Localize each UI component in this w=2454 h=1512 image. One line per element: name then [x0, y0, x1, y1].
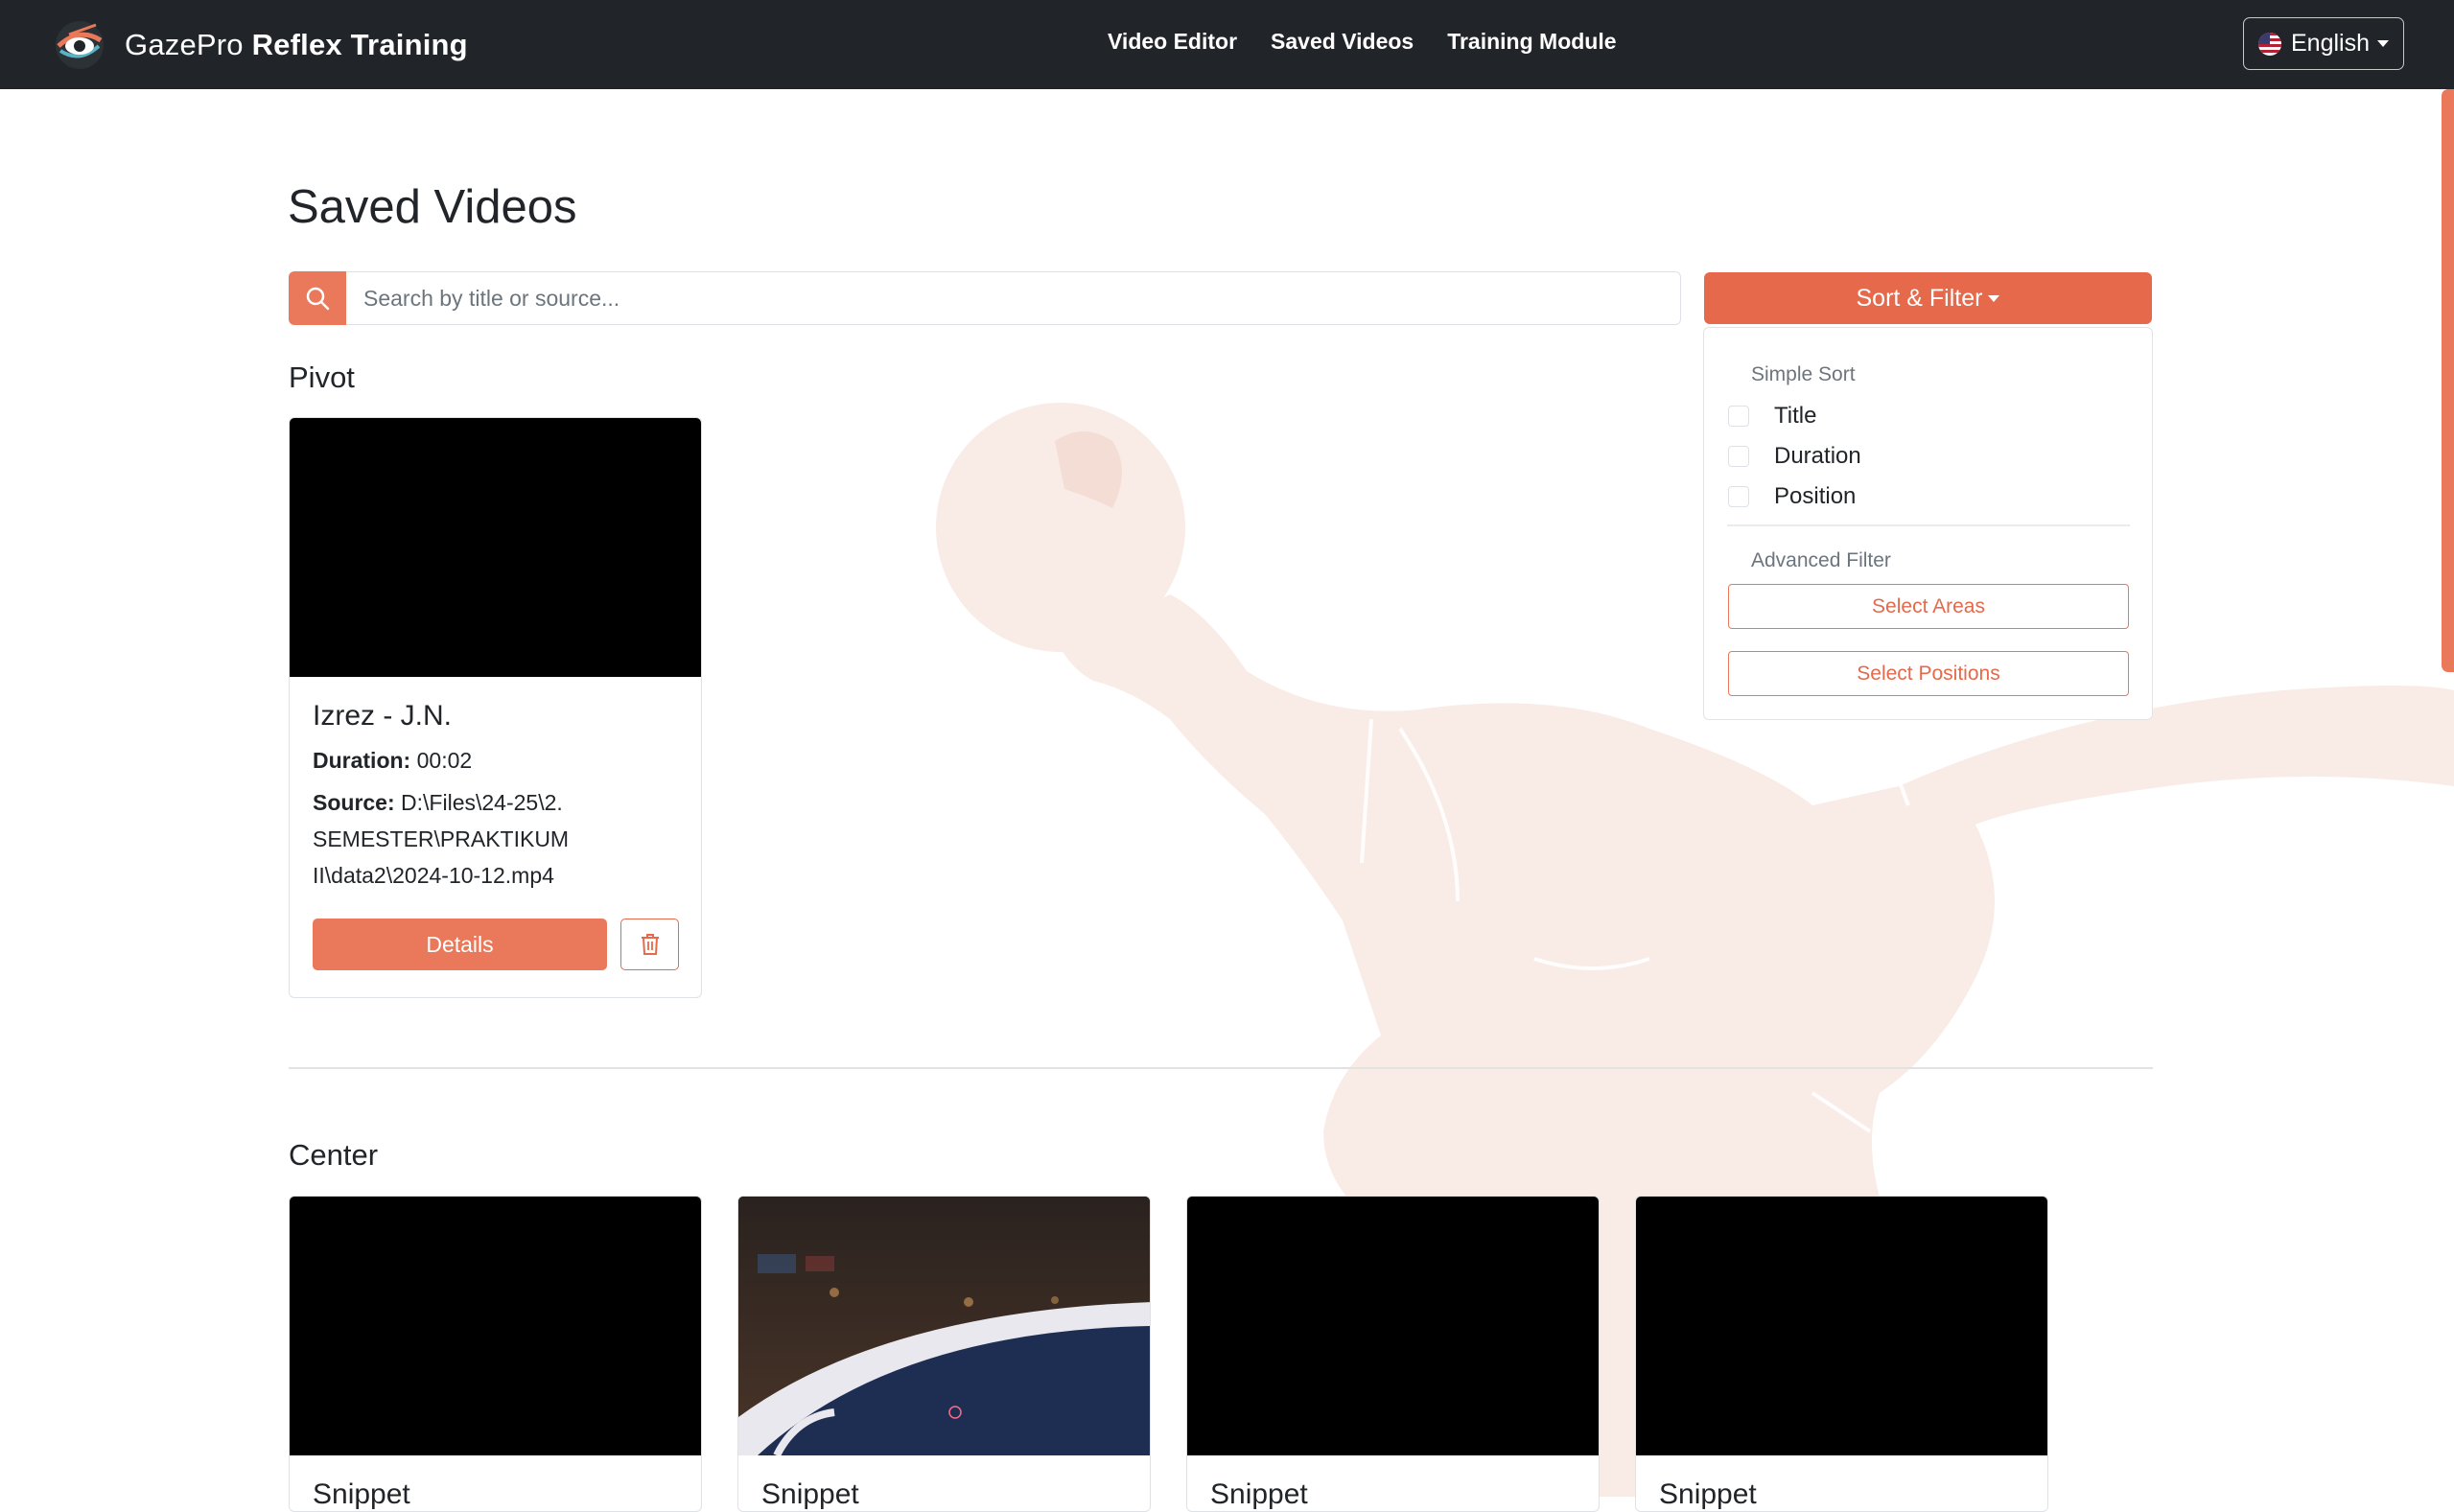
navbar: GazePro Reflex Training Video Editor Sav… — [0, 0, 2454, 89]
chevron-down-icon — [2377, 40, 2389, 47]
video-source: Source: D:\Files\24-25\2. SEMESTER\PRAKT… — [313, 790, 570, 888]
sort-filter-button[interactable]: Sort & Filter — [1704, 272, 2152, 324]
chevron-down-icon — [1988, 294, 2000, 302]
video-thumbnail[interactable] — [1636, 1197, 2047, 1455]
video-title: Izrez - J.N. — [313, 700, 453, 732]
brand-name: GazePro Reflex Training — [125, 28, 468, 61]
sort-option-title[interactable]: Title — [1728, 403, 1816, 430]
nav-saved-videos[interactable]: Saved Videos — [1271, 29, 1414, 55]
video-card: Snippet — [737, 1196, 1151, 1512]
video-thumbnail[interactable] — [290, 1197, 701, 1455]
sort-option-position[interactable]: Position — [1728, 483, 1856, 510]
us-flag-icon — [2258, 32, 2281, 56]
details-button[interactable]: Details — [313, 919, 607, 970]
search-icon — [306, 287, 330, 311]
card-body: Snippet — [290, 1455, 701, 1511]
search-input[interactable] — [346, 271, 1681, 325]
video-card: Snippet — [289, 1196, 702, 1512]
video-thumbnail[interactable] — [1187, 1197, 1599, 1455]
simple-sort-header: Simple Sort — [1751, 363, 1856, 385]
video-title: Snippet — [761, 1478, 859, 1510]
section-title-pivot: Pivot — [289, 361, 355, 394]
card-body: Snippet — [1636, 1455, 2047, 1511]
nav-video-editor[interactable]: Video Editor — [1108, 29, 1237, 55]
eye-logo-icon — [56, 21, 104, 69]
sort-option-label: Position — [1774, 483, 1857, 509]
trash-icon — [641, 934, 659, 955]
sort-option-label: Duration — [1774, 443, 1861, 469]
search-button[interactable] — [289, 271, 346, 325]
nav-links: Video Editor Saved Videos Training Modul… — [1108, 29, 1650, 55]
duration-checkbox[interactable] — [1728, 446, 1749, 467]
brand[interactable]: GazePro Reflex Training — [54, 19, 468, 71]
video-title: Snippet — [313, 1478, 410, 1510]
video-duration: Duration: 00:02 — [313, 748, 473, 773]
position-checkbox[interactable] — [1728, 486, 1749, 507]
sort-option-label: Title — [1774, 403, 1817, 429]
video-thumbnail[interactable] — [290, 418, 701, 677]
video-thumbnail[interactable] — [738, 1197, 1150, 1457]
advanced-filter-header: Advanced Filter — [1751, 549, 1891, 571]
select-areas-button[interactable]: Select Areas — [1728, 584, 2129, 629]
page-title: Saved Videos — [288, 181, 577, 233]
sort-filter-dropdown: Simple Sort Title Duration Position Adva… — [1703, 327, 2153, 720]
section-divider — [289, 1067, 2153, 1069]
delete-button[interactable] — [620, 919, 679, 970]
card-body: Snippet — [1187, 1455, 1599, 1511]
search-group — [289, 271, 1681, 325]
language-label: English — [2291, 30, 2370, 57]
video-title: Snippet — [1659, 1478, 1757, 1510]
language-dropdown[interactable]: English — [2243, 17, 2404, 70]
video-card: Snippet — [1186, 1196, 1600, 1512]
title-checkbox[interactable] — [1728, 406, 1749, 427]
sort-option-duration[interactable]: Duration — [1728, 443, 1861, 470]
video-card: Izrez - J.N. Duration: 00:02 Source: D:\… — [289, 417, 702, 998]
nav-training-module[interactable]: Training Module — [1447, 29, 1616, 55]
court-frame — [738, 1197, 1150, 1457]
dropdown-divider — [1727, 524, 2130, 526]
card-body: Snippet — [738, 1455, 1150, 1511]
video-card: Snippet — [1635, 1196, 2048, 1512]
card-body: Izrez - J.N. Duration: 00:02 Source: D:\… — [290, 677, 701, 913]
section-title-center: Center — [289, 1138, 379, 1172]
sort-filter-label: Sort & Filter — [1856, 284, 1983, 312]
video-title: Snippet — [1210, 1478, 1308, 1510]
select-positions-button[interactable]: Select Positions — [1728, 651, 2129, 696]
